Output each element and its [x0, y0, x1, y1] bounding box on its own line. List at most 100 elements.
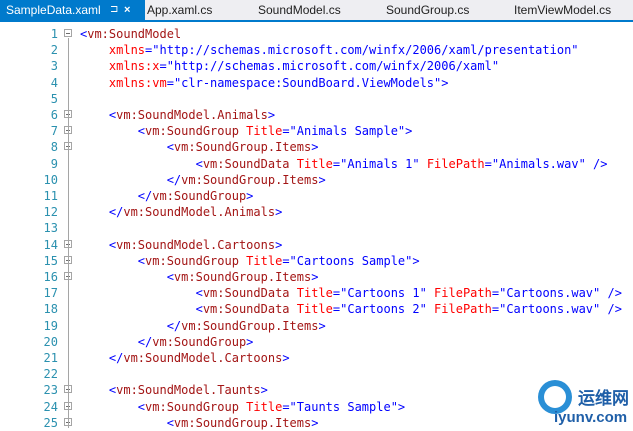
code-token: "clr-namespace:SoundBoard.ViewModels" — [173, 75, 442, 90]
code-token: vm:SoundModel.Cartoons — [123, 351, 283, 365]
code-token: "Animals.wav" — [491, 156, 586, 171]
code-token: = — [491, 302, 500, 317]
code-line[interactable]: 6 <vm:SoundModel.Animals> — [0, 107, 633, 123]
code-line[interactable]: 7 <vm:SoundGroup Title="Animals Sample"> — [0, 123, 633, 139]
code-token: = — [484, 156, 492, 171]
code-line[interactable]: 18 <vm:SoundData Title = "Cartoons 2" File… — [0, 301, 633, 317]
code-token: vm:SoundGroup — [145, 253, 239, 268]
code-token: = — [166, 75, 174, 90]
code-line[interactable]: 1 <vm:SoundModel — [0, 26, 633, 42]
code-line[interactable]: 12 </vm:SoundModel.Animals> — [0, 204, 633, 220]
code-token: </ — [80, 351, 124, 365]
tab-label: SoundGroup.cs — [386, 3, 470, 17]
code-text: <vm:SoundGroup.Items> — [80, 415, 319, 431]
code-token: "Cartoons.wav" — [499, 302, 601, 317]
line-number: 9 — [50, 156, 58, 171]
code-token: < — [80, 108, 117, 122]
code-text: <vm:SoundModel.Animals> — [80, 107, 275, 123]
code-token: "Taunts Sample" — [289, 399, 398, 414]
line-number: 5 — [50, 91, 58, 106]
code-line[interactable]: 5 — [0, 91, 633, 107]
code-token: "Animals 1" — [340, 156, 420, 171]
code-text: <vm:SoundGroup Title="Animals Sample"> — [80, 123, 413, 139]
tab-soundgroup-cs[interactable]: SoundGroup.cs — [386, 0, 469, 20]
code-line[interactable]: 3 xmlns:x="http://schemas.microsoft.com/… — [0, 58, 633, 74]
code-line[interactable]: 4 xmlns:vm="clr-namespace:SoundBoard.Vie… — [0, 75, 633, 91]
code-token: > — [275, 205, 283, 220]
code-token: vm:SoundGroup.Items — [181, 318, 319, 333]
code-line[interactable]: 13 — [0, 220, 633, 236]
code-line[interactable]: 10 </vm:SoundGroup.Items> — [0, 172, 633, 188]
code-text: <vm:SoundModel.Taunts> — [80, 382, 268, 398]
line-number: 24 — [43, 399, 58, 414]
code-token: vm:SoundGroup — [152, 189, 247, 203]
code-token: < — [80, 140, 174, 155]
tab-itemviewmodel-cs[interactable]: ItemViewModel.cs — [514, 0, 611, 20]
code-token: Title — [289, 156, 333, 171]
outline-guide — [68, 38, 69, 428]
collapse-icon[interactable] — [64, 29, 72, 37]
line-number: 6 — [50, 108, 58, 122]
code-token: = — [282, 399, 290, 414]
code-token: vm:SoundGroup — [152, 334, 247, 349]
tab-soundmodel-cs[interactable]: SoundModel.cs — [258, 0, 341, 20]
code-text: <vm:SoundGroup Title="Cartoons Sample"> — [80, 253, 420, 269]
code-line[interactable]: 11 </vm:SoundGroup> — [0, 188, 633, 204]
code-token: Title — [238, 253, 283, 268]
code-token: > — [412, 253, 420, 268]
watermark-url-text: iyunv.com — [554, 409, 628, 426]
code-token: </ — [80, 172, 182, 187]
tab-label: ItemViewModel.cs — [514, 3, 612, 17]
pin-icon[interactable]: ⊐ — [110, 0, 118, 20]
code-token: vm:SoundData — [202, 156, 290, 171]
line-number: 23 — [43, 383, 58, 398]
close-icon[interactable]: × — [124, 0, 130, 20]
code-line[interactable]: 19 </vm:SoundGroup.Items> — [0, 318, 633, 334]
watermark-cn-text: 运维网 — [578, 389, 629, 409]
code-token: Title — [238, 399, 283, 414]
code-token: Title — [289, 302, 333, 317]
code-token: < — [80, 415, 174, 430]
code-text: </vm:SoundGroup> — [80, 188, 254, 204]
code-token: > — [275, 237, 283, 252]
code-token: </ — [80, 318, 182, 333]
code-text: <vm:SoundModel.Cartoons> — [80, 237, 282, 253]
code-line[interactable]: 17 <vm:SoundData Title = "Cartoons 1" File… — [0, 285, 633, 301]
code-line[interactable]: 15 <vm:SoundGroup Title="Cartoons Sample… — [0, 253, 633, 269]
code-line[interactable]: 8 <vm:SoundGroup.Items> — [0, 139, 633, 155]
code-token: xmlns:x — [80, 59, 160, 74]
tab-label: SampleData.xaml — [6, 3, 101, 17]
line-number: 7 — [50, 124, 58, 139]
code-editor[interactable]: 1 <vm:SoundModel 2 xmlns="http://schemas.m… — [0, 22, 633, 431]
line-number: 17 — [43, 286, 58, 301]
code-token: < — [80, 286, 203, 301]
code-text: xmlns:x="http://schemas.microsoft.com/wi… — [80, 58, 499, 74]
code-text: <vm:SoundData Title = "Animals 1" FilePath… — [80, 156, 608, 172]
line-number: 3 — [50, 59, 58, 74]
code-token: vm:SoundGroup — [145, 399, 239, 414]
code-token: /> — [585, 156, 608, 171]
code-line[interactable]: 20 </vm:SoundGroup> — [0, 334, 633, 350]
code-text: <vm:SoundGroup.Items> — [80, 269, 319, 285]
code-token: > — [405, 124, 413, 139]
code-token: vm:SoundModel — [87, 27, 182, 41]
code-line[interactable]: 16 <vm:SoundGroup.Items> — [0, 269, 633, 285]
code-text: </vm:SoundModel.Animals> — [80, 204, 282, 220]
line-number: 16 — [43, 270, 58, 284]
line-number: 14 — [43, 237, 58, 252]
code-token: > — [260, 383, 268, 398]
code-line[interactable]: 9 <vm:SoundData Title = "Animals 1" FilePa… — [0, 156, 633, 172]
tab-sampledata-xaml[interactable]: SampleData.xaml ⊐ × — [0, 0, 145, 20]
code-text: <vm:SoundGroup.Items> — [80, 139, 319, 155]
code-text: <vm:SoundModel — [80, 26, 181, 42]
line-number: 13 — [43, 221, 58, 236]
tab-app-xaml-cs[interactable]: App.xaml.cs — [147, 0, 212, 20]
code-token: < — [80, 270, 174, 284]
code-line[interactable]: 2 xmlns="http://schemas.microsoft.com/wi… — [0, 42, 633, 58]
code-line[interactable]: 14 <vm:SoundModel.Cartoons> — [0, 237, 633, 253]
code-token: > — [267, 108, 276, 122]
code-line[interactable]: 21 </vm:SoundModel.Cartoons> — [0, 350, 633, 366]
code-token: "http://schemas.microsoft.com/winfx/2006… — [166, 59, 500, 74]
code-token: vm:SoundModel.Animals — [116, 108, 268, 122]
code-token: "Cartoons 1" — [340, 286, 427, 301]
